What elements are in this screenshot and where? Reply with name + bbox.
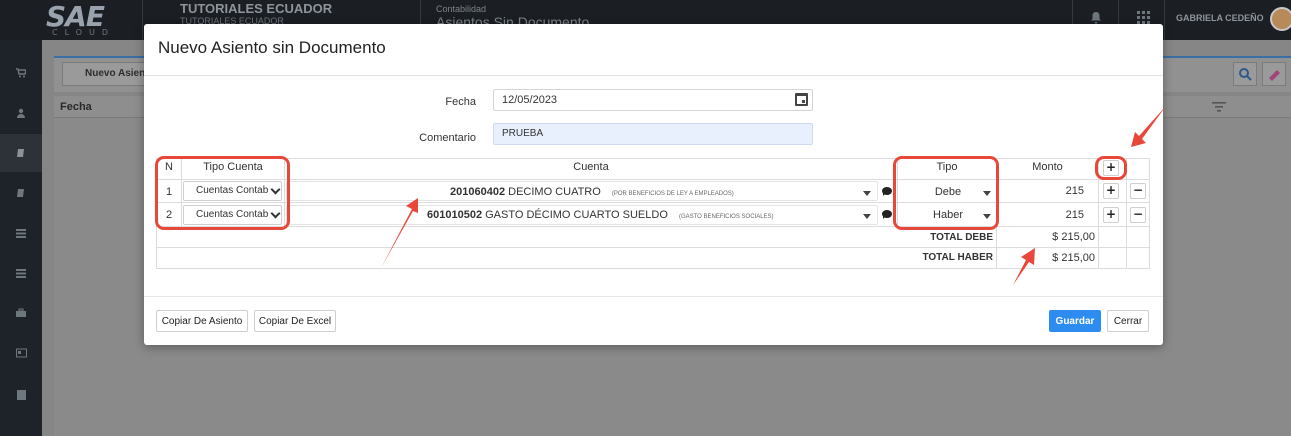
arrow-totals: [1013, 248, 1035, 285]
annotation-arrows: [381, 106, 1166, 285]
arrow-cuenta: [381, 198, 418, 268]
arrow-add-row: [1131, 106, 1166, 147]
